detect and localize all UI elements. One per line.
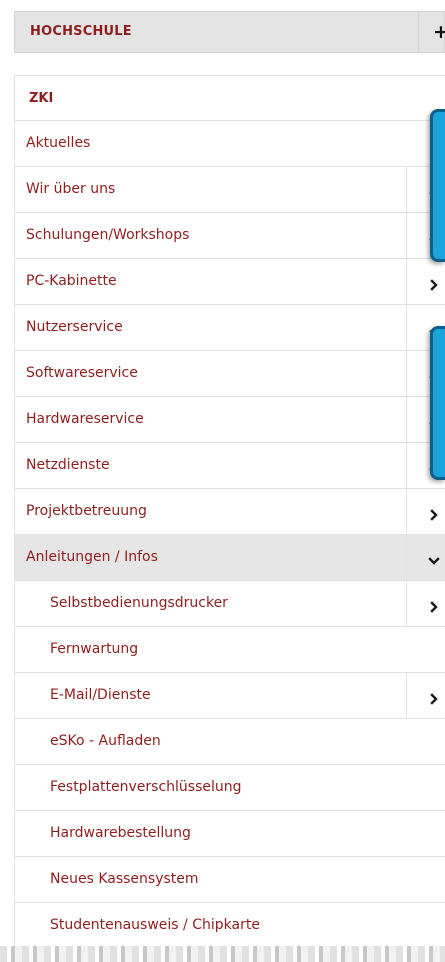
submenu-item[interactable]: Fernwartung [14, 626, 445, 672]
menu-item-label: Neues Kassensystem [50, 871, 199, 887]
submenu-item[interactable]: Hardwarebestellung [14, 810, 445, 856]
menu-item[interactable]: Schulungen/Workshops [14, 212, 445, 258]
submenu-item[interactable]: Selbstbedienungsdrucker [14, 580, 445, 626]
menu-item-label: Hardwareservice [26, 411, 144, 427]
chevron-right-icon[interactable] [428, 506, 440, 521]
menu-item-label: E-Mail/Dienste [50, 687, 151, 703]
chevron-right-icon[interactable] [428, 598, 440, 613]
menu-item[interactable]: Nutzerservice [14, 304, 445, 350]
divider [406, 581, 407, 626]
menu-item-label: Selbstbedienungsdrucker [50, 595, 228, 611]
divider [406, 213, 407, 258]
menu-item-label: Schulungen/Workshops [26, 227, 190, 243]
menu-item[interactable]: Wir über uns [14, 166, 445, 212]
hochschule-label: HOCHSCHULE [30, 24, 132, 39]
divider [406, 535, 407, 580]
menu-item-label: Wir über uns [26, 181, 116, 197]
menu-item-label: Anleitungen / Infos [26, 549, 158, 565]
divider [418, 12, 419, 52]
divider [406, 443, 407, 488]
menu-item-label: Aktuelles [26, 135, 91, 151]
sidebar-menu: Aktuelles Wir über uns Schulungen/Workshop… [14, 120, 445, 948]
menu-item[interactable]: Hardwareservice [14, 396, 445, 442]
menu-item-label: Projektbetreuung [26, 503, 147, 519]
submenu-item[interactable]: Festplattenverschlüsselung [14, 764, 445, 810]
zki-label: ZKI [29, 91, 54, 106]
chevron-down-icon[interactable] [428, 552, 440, 565]
chevron-right-icon[interactable] [428, 276, 440, 291]
menu-item-label: Nutzerservice [26, 319, 123, 335]
menu-item[interactable]: Netzdienste [14, 442, 445, 488]
menu-item-label: Softwareservice [26, 365, 138, 381]
submenu-item[interactable]: Studentenausweis / Chipkarte [14, 902, 445, 948]
divider [406, 259, 407, 304]
menu-item-label: Hardwarebestellung [50, 825, 191, 841]
menu-item-label: Fernwartung [50, 641, 139, 657]
divider [406, 305, 407, 350]
divider [406, 167, 407, 212]
submenu-item[interactable]: Neues Kassensystem [14, 856, 445, 902]
divider [406, 489, 407, 534]
torn-edge [0, 946, 445, 962]
menu-item-label: Festplattenverschlüsselung [50, 779, 242, 795]
divider [406, 673, 407, 718]
menu-item-label: eSKo - Aufladen [50, 733, 161, 749]
hochschule-header[interactable]: HOCHSCHULE + [14, 11, 445, 53]
menu-item[interactable]: Projektbetreuung [14, 488, 445, 534]
floating-tab-bottom[interactable] [430, 326, 445, 480]
submenu-item[interactable]: eSKo - Aufladen [14, 718, 445, 764]
plus-icon[interactable]: + [433, 12, 445, 52]
menu-item[interactable]: Anleitungen / Infos [14, 534, 445, 580]
menu-item-label: Studentenausweis / Chipkarte [50, 917, 260, 933]
submenu-item[interactable]: E-Mail/Dienste [14, 672, 445, 718]
zki-section-header[interactable]: ZKI [14, 75, 445, 120]
menu-item-label: PC-Kabinette [26, 273, 117, 289]
chevron-right-icon[interactable] [428, 690, 440, 705]
menu-item[interactable]: PC-Kabinette [14, 258, 445, 304]
menu-item[interactable]: Aktuelles [14, 120, 445, 166]
divider [406, 397, 407, 442]
menu-item[interactable]: Softwareservice [14, 350, 445, 396]
menu-item-label: Netzdienste [26, 457, 110, 473]
divider [406, 351, 407, 396]
floating-tab-top[interactable] [430, 109, 445, 262]
